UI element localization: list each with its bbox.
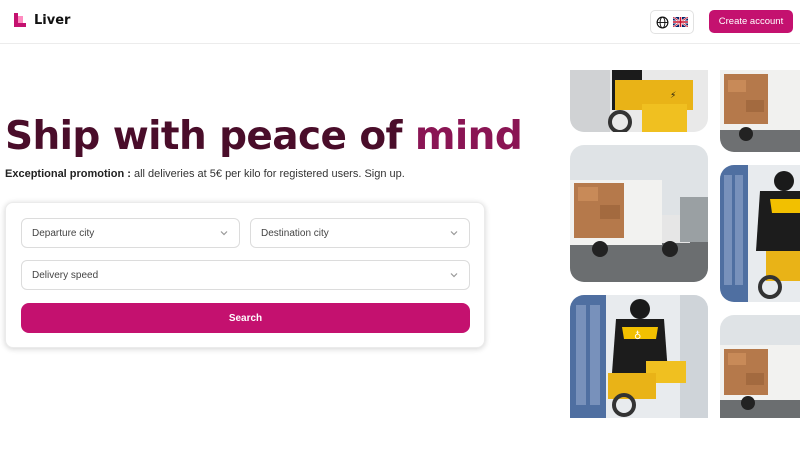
courier-scooter-photo: ⚡	[570, 70, 708, 132]
delivery-truck-photo	[570, 145, 708, 282]
headline-accent: mind	[414, 114, 523, 159]
delivery-speed-select[interactable]: Delivery speed	[21, 260, 470, 290]
chevron-down-icon	[450, 273, 458, 278]
promo-text: Exceptional promotion : all deliveries a…	[5, 168, 405, 180]
delivery-truck-photo	[720, 70, 800, 152]
search-card: Departure city Destination city Delivery…	[5, 202, 485, 348]
promo-body: all deliveries at 5€ per kilo for regist…	[130, 168, 405, 180]
departure-city-select[interactable]: Departure city	[21, 218, 240, 248]
courier-scooter-photo	[720, 165, 800, 302]
chevron-down-icon	[450, 231, 458, 236]
search-button[interactable]: Search	[21, 303, 470, 333]
chevron-down-icon	[220, 231, 228, 236]
destination-city-placeholder: Destination city	[261, 227, 329, 239]
destination-city-select[interactable]: Destination city	[250, 218, 470, 248]
promo-bold: Exceptional promotion :	[5, 168, 131, 180]
top-navbar: Liver Create account	[0, 0, 800, 44]
brand-name: Liver	[34, 13, 71, 28]
create-account-button[interactable]: Create account	[709, 10, 793, 33]
delivery-speed-placeholder: Delivery speed	[32, 269, 99, 281]
language-selector[interactable]	[650, 10, 694, 34]
uk-flag-icon	[673, 17, 688, 27]
hero-headline: Ship with peace of mind	[5, 114, 523, 159]
courier-scooter-photo: ♁	[570, 295, 708, 418]
svg-text:⚡: ⚡	[670, 91, 676, 101]
globe-icon	[656, 16, 669, 28]
logo[interactable]: Liver	[12, 12, 70, 29]
logo-icon	[14, 13, 26, 27]
headline-text: Ship with peace of	[5, 114, 415, 159]
delivery-truck-photo	[720, 315, 800, 418]
departure-city-placeholder: Departure city	[32, 227, 95, 239]
svg-text:♁: ♁	[634, 330, 641, 342]
